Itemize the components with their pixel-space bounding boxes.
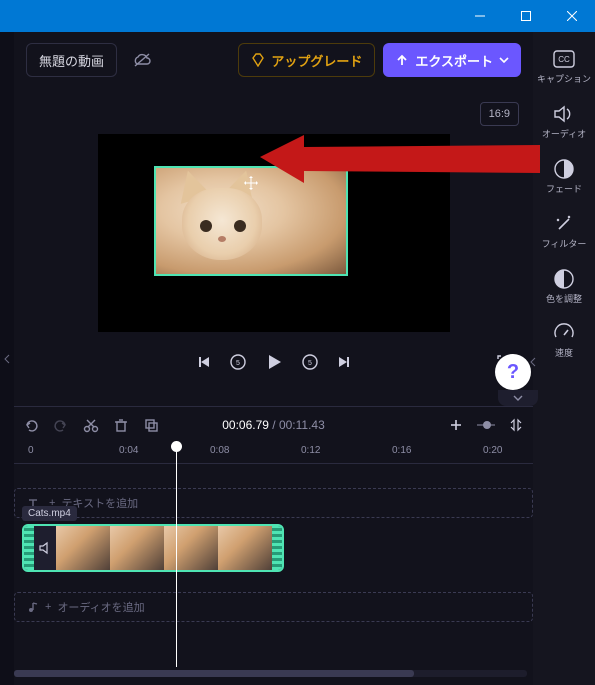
panel-label: フィルター [542,240,587,250]
play-button[interactable] [265,353,283,371]
audio-track[interactable]: + オーディオを追加 [14,592,533,622]
help-icon: ? [507,361,519,384]
playhead[interactable] [176,441,177,667]
svg-text:5: 5 [308,360,312,367]
svg-text:5: 5 [236,360,240,367]
upgrade-button[interactable]: アップグレード [238,43,375,77]
panel-item-color[interactable]: 色を調整 [536,262,592,309]
aspect-ratio-selector[interactable]: 16:9 [480,102,519,126]
contrast-icon [551,266,577,292]
text-track[interactable]: + テキストを追加 [14,488,533,518]
text-track-placeholder[interactable]: + テキストを追加 [14,488,533,518]
diamond-icon [251,53,265,67]
timeline-toolbar: 00:06.79 / 00:11.43 [14,406,533,442]
skip-end-button[interactable] [337,355,351,369]
panel-label: キャプション [537,75,591,85]
video-clip[interactable] [22,524,284,572]
forward-button[interactable]: 5 [301,353,319,371]
panel-label: 色を調整 [546,295,582,305]
panel-item-filter[interactable]: フィルター [536,207,592,254]
speedometer-icon [551,320,577,346]
upgrade-label: アップグレード [271,51,362,70]
magic-wand-icon [551,211,577,237]
fade-icon [551,156,577,182]
panel-item-caption[interactable]: CC キャプション [536,42,592,89]
panel-item-fade[interactable]: フェード [536,152,592,199]
top-toolbar: 無題の動画 アップグレード エクスポート [14,32,533,88]
panel-label: フェード [546,185,582,195]
clip-name-label: Cats.mp4 [22,506,77,521]
audio-placeholder-prefix: + [45,601,51,613]
svg-text:CC: CC [558,55,570,64]
clip-thumbnails [56,526,272,570]
zoom-slider-button[interactable] [477,419,495,431]
undo-button[interactable] [22,417,40,433]
rewind-button[interactable]: 5 [229,353,247,371]
ruler-tick: 0:20 [483,445,502,456]
cloud-sync-button[interactable] [125,43,159,77]
left-collapse-rail[interactable] [0,32,14,685]
aspect-ratio-label: 16:9 [489,108,510,120]
move-cursor-icon [242,174,260,192]
chevron-left-icon [4,354,10,364]
panel-item-audio[interactable]: オーディオ [536,97,592,144]
chevron-down-icon [499,57,509,63]
redo-button[interactable] [52,417,70,433]
current-time: 00:06 [222,418,252,432]
ruler-tick: 0:12 [301,445,320,456]
add-track-button[interactable] [447,417,465,433]
timecode-display: 00:06.79 / 00:11.43 [222,418,325,432]
preview-viewport [14,88,533,378]
skip-start-button[interactable] [197,355,211,369]
help-button[interactable]: ? [495,354,531,390]
timeline-ruler[interactable]: 0 0:04 0:08 0:12 0:16 0:20 [14,442,533,464]
right-properties-panel: CC キャプション オーディオ フェード フィルター 色を調整 速度 [533,32,595,685]
fit-timeline-button[interactable] [507,417,525,433]
total-time: 00:11 [279,418,308,432]
selected-clip-overlay[interactable] [154,166,348,276]
clip-mute-button[interactable] [34,526,56,570]
speaker-icon [38,541,52,555]
current-time-frac: .79 [252,418,269,432]
scrollbar-thumb[interactable] [14,670,414,677]
video-track[interactable]: Cats.mp4 [14,524,533,582]
window-titlebar [0,0,595,32]
project-title-button[interactable]: 無題の動画 [26,43,117,77]
ruler-tick: 0:16 [392,445,411,456]
timeline-collapse-toggle[interactable] [498,390,538,406]
project-title: 無題の動画 [39,51,104,70]
playback-controls: 5 5 [14,342,533,382]
preview-canvas[interactable] [98,134,450,332]
clip-left-handle[interactable] [24,526,34,570]
ruler-tick: 0 [28,445,34,456]
window-minimize-button[interactable] [457,0,503,32]
delete-button[interactable] [112,417,130,433]
ruler-tick: 0:04 [119,445,138,456]
ruler-tick: 0:08 [210,445,229,456]
split-button[interactable] [82,417,100,433]
speaker-icon [551,101,577,127]
window-close-button[interactable] [549,0,595,32]
panel-item-speed[interactable]: 速度 [536,316,592,363]
upload-icon [395,53,409,67]
panel-label: 速度 [555,349,573,359]
cc-icon: CC [551,46,577,72]
music-note-icon [27,601,39,613]
window-maximize-button[interactable] [503,0,549,32]
panel-label: オーディオ [542,130,586,140]
timeline-scrollbar[interactable] [14,670,527,677]
chevron-down-icon [513,395,523,401]
audio-placeholder-label: オーディオを追加 [57,599,144,615]
cloud-off-icon [132,52,152,68]
export-label: エクスポート [415,51,493,70]
duplicate-button[interactable] [142,417,160,433]
audio-track-placeholder[interactable]: + オーディオを追加 [14,592,533,622]
timeline-tracks: + テキストを追加 Cats.mp4 + オーディオを追加 [14,472,533,661]
export-button[interactable]: エクスポート [383,43,521,77]
total-time-frac: .43 [308,418,325,432]
clip-right-handle[interactable] [272,526,282,570]
